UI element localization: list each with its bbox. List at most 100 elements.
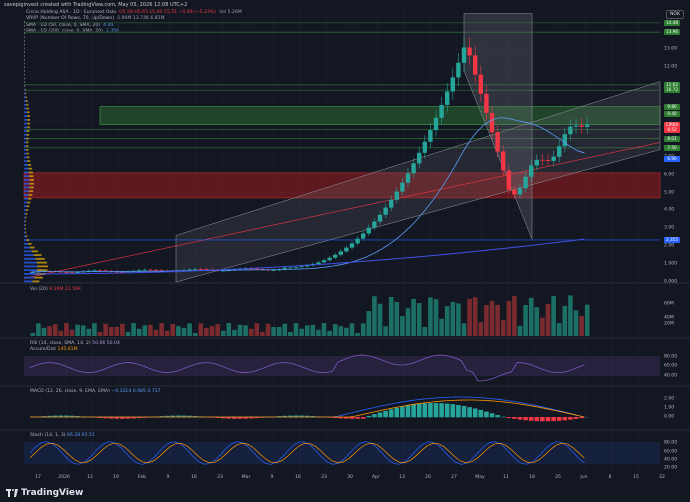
chart-canvas[interactable] — [0, 0, 690, 502]
macd-tick-label: 0.00 — [664, 414, 675, 420]
candle-body — [361, 233, 366, 239]
volume-profile-bar — [26, 209, 29, 211]
volume-profile-bar — [29, 175, 34, 178]
volume-tick-label: 20M — [664, 321, 674, 327]
price-tick-label: 1.000 — [664, 261, 678, 267]
volume-profile-bar — [33, 254, 42, 256]
volume-profile-bar — [24, 126, 28, 129]
volume-bar — [36, 323, 41, 336]
price-badge: 9.40 — [664, 110, 680, 117]
rsi-legend[interactable]: RSI (14, close, SMA, 14, 2) 50.66 50.04 — [30, 341, 120, 346]
volume-profile-bar — [27, 201, 31, 204]
volume-profile-bar — [37, 265, 48, 268]
volume-legend[interactable]: Vol (20) 9.26M 21.56K — [30, 287, 81, 292]
volume-profile-bar — [24, 179, 30, 181]
candle-body — [557, 146, 562, 157]
volume-profile-bar — [27, 126, 30, 129]
volume-profile-bar — [24, 85, 25, 87]
volume-bar — [310, 324, 316, 336]
volume-bar — [237, 324, 243, 336]
volume-bar — [411, 298, 416, 336]
volume-bar — [69, 329, 75, 336]
candle-body — [473, 55, 478, 75]
time-tick-label: 30 — [347, 475, 353, 480]
volume-profile-bar — [24, 167, 29, 170]
time-tick-label: 18 — [529, 475, 535, 480]
volume-bar — [209, 326, 215, 336]
candle-body — [394, 191, 399, 200]
volume-values: 9.26M 21.56K — [49, 287, 82, 292]
price-tick-label: 0.000 — [664, 279, 678, 285]
candle-body — [299, 266, 304, 268]
volume-bar — [506, 301, 512, 336]
volume-tick-label: 60M — [664, 301, 674, 307]
volume-profile-bar — [24, 280, 33, 283]
rsi-tick-label: 40.00 — [664, 373, 678, 379]
volume-bar — [416, 303, 422, 336]
volume-profile-bar — [24, 70, 25, 72]
volume-profile-bar — [24, 212, 26, 215]
volume-profile-bar — [32, 280, 40, 283]
volume-profile-bar — [36, 261, 47, 264]
volume-bar — [254, 323, 260, 336]
volume-bar — [125, 331, 131, 336]
volume-bar — [500, 320, 506, 336]
volume-profile-bar — [24, 216, 26, 219]
macd-histogram-bar — [456, 404, 461, 418]
time-tick-label: May — [475, 475, 485, 480]
volume-profile-bar — [29, 190, 34, 193]
volume-bar — [545, 303, 551, 336]
stoch-legend[interactable]: Stoch (14, 1, 3) 66.28 63.51 — [30, 433, 95, 438]
macd-histogram-bar — [366, 415, 372, 418]
volume-profile-bar — [24, 231, 26, 234]
accum-legend[interactable]: Accum/Dist 145.61M — [30, 347, 78, 352]
macd-histogram-bar — [523, 417, 528, 421]
volume-profile-bar — [24, 96, 26, 99]
volume-profile-bar — [27, 164, 32, 166]
price-tick-label: 3.00 — [664, 225, 675, 231]
candle-body — [349, 243, 355, 248]
volume-profile-bar — [24, 77, 25, 80]
macd-histogram-bar — [556, 417, 562, 421]
volume-profile-bar — [27, 115, 30, 117]
volume-profile-bar — [24, 257, 36, 260]
volume-bar — [293, 323, 299, 336]
volume-profile-bar — [25, 231, 27, 234]
volume-bar — [400, 316, 405, 336]
volume-bar — [41, 327, 47, 336]
price-tick-label: 5.00 — [664, 190, 675, 196]
volume-profile-bar — [29, 179, 34, 181]
time-tick-label: 19 — [113, 475, 119, 480]
macd-histogram-bar — [428, 403, 433, 418]
rsi-tick-label: 60.00 — [664, 363, 678, 369]
macd-histogram-bar — [506, 417, 512, 419]
time-tick-label: 25 — [555, 475, 561, 480]
time-tick-label: 9 — [270, 475, 274, 480]
price-tick-label: 4.00 — [664, 207, 675, 213]
volume-bar — [478, 322, 484, 336]
price-tick-label: 6.00 — [664, 172, 675, 178]
volume-bar — [142, 325, 148, 336]
macd-legend[interactable]: MACD (12, 26, close, 9, EMA, EMA) −0.331… — [30, 389, 161, 394]
volume-bar — [271, 326, 276, 336]
volume-bar — [528, 297, 534, 336]
stoch-tick-label: 80.00 — [664, 440, 678, 446]
macd-histogram-bar — [422, 403, 428, 418]
volume-bar — [523, 304, 528, 336]
volume-bar — [366, 311, 372, 336]
volume-bar — [556, 323, 562, 336]
time-axis[interactable]: 17 2026 12 19 Feb 9 16 23 Mar 9 16 23 30 Apr 13 20 27 May… — [0, 474, 690, 484]
volume-profile-bar — [24, 32, 25, 35]
candle-body — [355, 238, 360, 244]
volume-bar — [52, 324, 58, 336]
volume-profile-bar — [25, 216, 27, 219]
volume-profile-bar — [24, 130, 28, 132]
volume-profile-bar — [24, 55, 25, 57]
macd-histogram-bar — [377, 412, 383, 418]
volume-bar — [489, 300, 495, 336]
time-tick-label: 16 — [295, 475, 301, 480]
stoch-values: 66.28 63.51 — [67, 433, 95, 438]
volume-profile-bar — [24, 100, 26, 102]
time-tick-label: Apr — [372, 475, 380, 480]
candle-body — [389, 199, 394, 208]
